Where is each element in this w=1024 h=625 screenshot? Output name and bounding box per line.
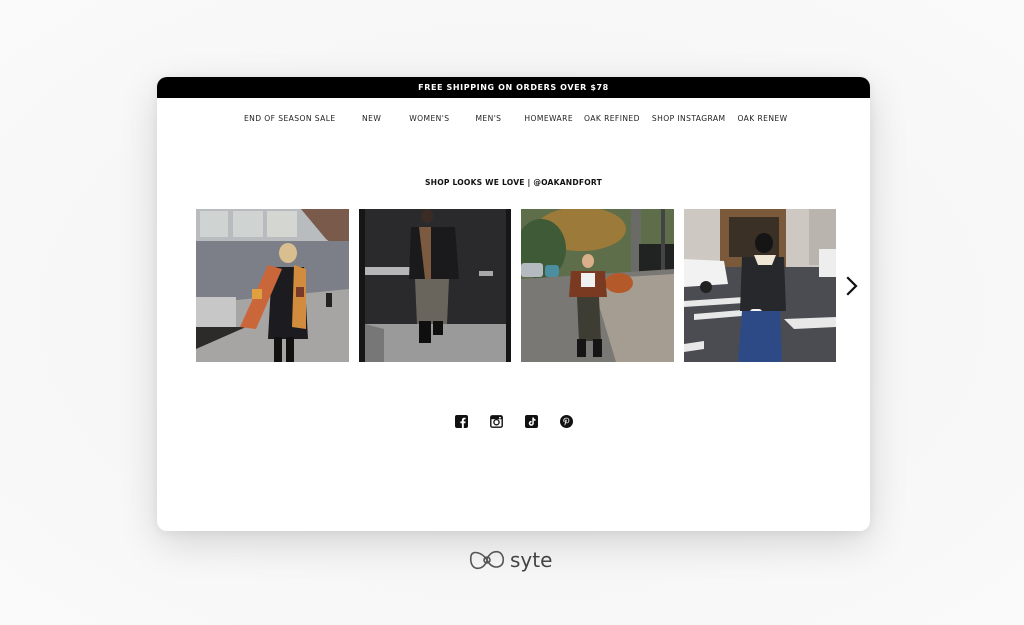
nav-end-of-season-sale[interactable]: END OF SEASON SALE [244,114,336,123]
nav-oak-renew[interactable]: OAK RENEW [737,114,787,123]
section-title: SHOP LOOKS WE LOVE | @OAKANDFORT [425,178,602,187]
nav-shop-instagram[interactable]: SHOP INSTAGRAM [652,114,726,123]
social-links [157,415,870,428]
instagram-icon[interactable] [489,415,503,428]
promo-text: FREE SHIPPING ON ORDERS OVER $78 [418,83,609,92]
tiktok-icon[interactable] [524,415,538,428]
promo-banner: FREE SHIPPING ON ORDERS OVER $78 [157,77,870,98]
main-nav: END OF SEASON SALE NEW WOMEN'S MEN'S HOM… [157,98,870,138]
instagram-carousel [196,209,836,362]
carousel-next-button[interactable] [843,275,861,297]
bow-icon [469,550,505,570]
carousel-tile[interactable] [358,209,511,362]
nav-new[interactable]: NEW [362,114,381,123]
carousel-tile[interactable] [521,209,674,362]
facebook-icon[interactable] [454,415,468,428]
nav-homeware[interactable]: HOMEWARE [524,114,573,123]
carousel-tile[interactable] [683,209,836,362]
syte-logo: syte [468,548,552,572]
tile-image-4 [683,209,836,362]
carousel-tile[interactable] [196,209,349,362]
nav-mens[interactable]: MEN'S [475,114,501,123]
pinterest-icon[interactable] [559,415,573,428]
nav-womens[interactable]: WOMEN'S [409,114,449,123]
tile-image-1 [196,209,349,362]
tile-image-2 [358,209,511,362]
chevron-right-icon [846,276,858,296]
nav-oak-refined[interactable]: OAK REFINED [584,114,640,123]
tile-image-3 [521,209,674,362]
browser-window: FREE SHIPPING ON ORDERS OVER $78 END OF … [157,77,870,531]
brand-name: syte [510,548,553,572]
